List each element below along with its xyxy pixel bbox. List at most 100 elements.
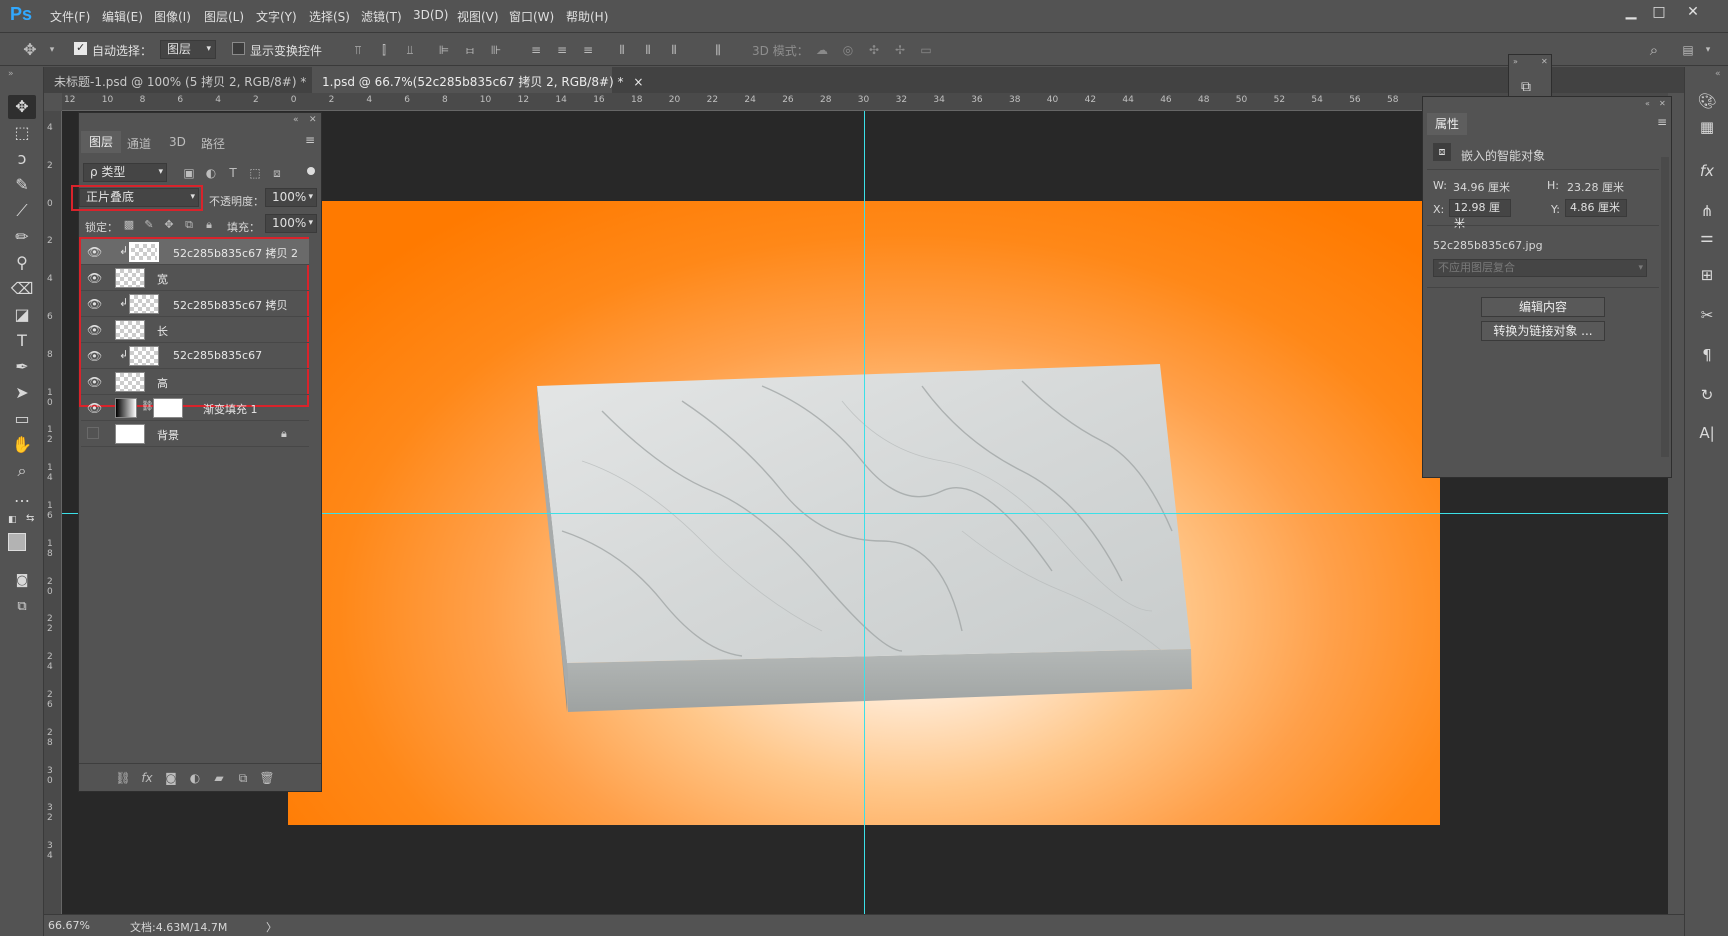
layer-comp-dropdown[interactable]: 不应用图层复合 ▾ bbox=[1433, 259, 1647, 277]
zoom-tool-icon[interactable]: ⌕ bbox=[8, 459, 36, 483]
layer-thumbnail[interactable] bbox=[115, 372, 145, 392]
layer-row[interactable]: 👁︎ ↲ 52c285b835c67 bbox=[81, 343, 309, 369]
tab-1-psd[interactable]: 1.psd @ 66.7%(52c285b835c67 拷贝 2, RGB/8#… bbox=[312, 67, 643, 93]
align-bottom-icon[interactable]: ⫫ bbox=[402, 42, 418, 58]
filter-pixel-icon[interactable]: ▣ bbox=[181, 165, 197, 181]
align-vcenter-icon[interactable]: ⫿ bbox=[376, 42, 392, 58]
3d-orbit-icon[interactable]: ☁ bbox=[814, 42, 830, 58]
layer-thumbnail[interactable] bbox=[129, 242, 159, 262]
auto-select-checkbox[interactable] bbox=[74, 41, 87, 55]
character-panel-icon[interactable]: A| bbox=[1693, 421, 1721, 445]
marquee-tool-icon[interactable]: ⬚ bbox=[8, 121, 36, 145]
align-right-icon[interactable]: ⊪ bbox=[488, 42, 504, 58]
layer-name[interactable]: 52c285b835c67 bbox=[173, 349, 262, 362]
eyedropper-tool-icon[interactable]: ⟋ bbox=[8, 199, 36, 223]
layer-thumbnail[interactable] bbox=[115, 320, 145, 340]
w-value[interactable]: 34.96 厘米 bbox=[1453, 179, 1510, 195]
color-panel-icon[interactable]: 🎨︎ bbox=[1693, 89, 1721, 113]
layer-name[interactable]: 宽 bbox=[157, 271, 168, 287]
lock-position-icon[interactable]: ✥ bbox=[161, 217, 177, 233]
filter-type-icon[interactable]: T bbox=[225, 165, 241, 181]
visibility-toggle-empty[interactable] bbox=[87, 427, 99, 439]
folder-icon[interactable]: ▰ bbox=[211, 770, 227, 786]
menu-layer[interactable]: 图层(L) bbox=[204, 8, 244, 25]
foreground-color-swatch[interactable] bbox=[8, 533, 26, 551]
collapse-toolbar-icon[interactable]: » bbox=[8, 69, 14, 79]
screen-mode-icon[interactable]: ⧉ bbox=[8, 595, 36, 619]
timeline-panel-icon[interactable]: ↻ bbox=[1693, 383, 1721, 407]
layer-name[interactable]: 52c285b835c67 拷贝 bbox=[173, 297, 288, 313]
menu-type[interactable]: 文字(Y) bbox=[256, 8, 297, 25]
lock-artboard-icon[interactable]: ⧉ bbox=[181, 217, 197, 233]
layer-row[interactable]: 👁︎ 长 bbox=[81, 317, 309, 343]
filter-smartobject-icon[interactable]: ⧈ bbox=[269, 165, 285, 181]
layer-name[interactable]: 高 bbox=[157, 375, 168, 391]
eraser-tool-icon[interactable]: ⌫ bbox=[8, 277, 36, 301]
collapse-panel-icon[interactable]: « bbox=[293, 115, 299, 125]
eye-icon[interactable]: 👁︎ bbox=[87, 271, 102, 285]
lock-transparent-icon[interactable]: ▩ bbox=[121, 217, 137, 233]
eye-icon[interactable]: 👁︎ bbox=[87, 349, 102, 363]
layer-row[interactable]: 👁︎ ↲ 52c285b835c67 拷贝 bbox=[81, 291, 309, 317]
styles-panel-icon[interactable]: fx bbox=[1693, 159, 1721, 183]
workspace-chevron-icon[interactable]: ▾ bbox=[1700, 42, 1716, 58]
tab-layers[interactable]: 图层 bbox=[81, 131, 122, 153]
layer-name[interactable]: 渐变填充 1 bbox=[203, 401, 258, 417]
close-tab-icon[interactable]: × bbox=[633, 75, 643, 89]
move-tool-icon[interactable]: ✥ bbox=[8, 95, 36, 119]
eye-icon[interactable]: 👁︎ bbox=[87, 245, 102, 259]
lasso-tool-icon[interactable]: ↄ bbox=[8, 147, 36, 171]
panel-menu-icon[interactable]: ≡ bbox=[305, 133, 315, 147]
link-icon[interactable]: ⛓︎ bbox=[115, 770, 131, 786]
3d-pan-icon[interactable]: ✣ bbox=[866, 42, 882, 58]
3d-slide-icon[interactable]: ✢ bbox=[892, 42, 908, 58]
type-tool-icon[interactable]: T bbox=[8, 329, 36, 353]
menu-window[interactable]: 窗口(W) bbox=[509, 8, 554, 25]
menu-filter[interactable]: 滤镜(T) bbox=[361, 8, 402, 25]
distribute-vcenter-icon[interactable]: ≡ bbox=[554, 42, 570, 58]
x-field[interactable]: 12.98 厘米 bbox=[1449, 199, 1511, 230]
layer-row[interactable]: 👁︎ ↲ 52c285b835c67 拷贝 2 bbox=[81, 239, 309, 265]
3d-scale-icon[interactable]: ▭ bbox=[918, 42, 934, 58]
menu-help[interactable]: 帮助(H) bbox=[566, 8, 608, 25]
move-tool-icon[interactable]: ✥ bbox=[22, 42, 38, 58]
menu-3d[interactable]: 3D(D) bbox=[413, 8, 448, 22]
collapse-panel-icon[interactable]: » bbox=[1513, 57, 1518, 66]
adjustment-icon[interactable]: ◐ bbox=[187, 770, 203, 786]
filter-adjustment-icon[interactable]: ◐ bbox=[203, 165, 219, 181]
pen-tool-icon[interactable]: ✒ bbox=[8, 355, 36, 379]
distribute-top-icon[interactable]: ≡ bbox=[528, 42, 544, 58]
collapse-panel-icon[interactable]: « bbox=[1645, 99, 1650, 108]
quick-mask-icon[interactable]: ◙ bbox=[8, 569, 36, 593]
path-select-tool-icon[interactable]: ➤ bbox=[8, 381, 36, 405]
tab-channels[interactable]: 通道 bbox=[119, 135, 159, 152]
tools-presets-icon[interactable]: ✂ bbox=[1693, 303, 1721, 327]
auto-select-target-dropdown[interactable]: 图层 ▾ bbox=[160, 40, 216, 59]
close-panel-icon[interactable]: ✕ bbox=[309, 115, 317, 125]
layer-name[interactable]: 52c285b835c67 拷贝 2 bbox=[173, 245, 298, 261]
opacity-field[interactable]: 100% ▾ bbox=[265, 188, 317, 207]
tab-untitled-1[interactable]: 未标题-1.psd @ 100% (5 拷贝 2, RGB/8#) * × bbox=[44, 67, 326, 93]
search-icon[interactable]: ⌕ bbox=[1646, 42, 1662, 58]
brush-tool-icon[interactable]: ✏ bbox=[8, 225, 36, 249]
layer-filter-dropdown[interactable]: ρ 类型 ▾ bbox=[83, 163, 167, 182]
3d-roll-icon[interactable]: ◎ bbox=[840, 42, 856, 58]
hand-tool-icon[interactable]: ✋ bbox=[8, 433, 36, 457]
more-tools-icon[interactable]: … bbox=[8, 485, 36, 509]
align-hcenter-icon[interactable]: ⧦ bbox=[462, 42, 478, 58]
default-colors-icon[interactable]: ◧ bbox=[8, 515, 17, 525]
tab-3d[interactable]: 3D bbox=[161, 135, 194, 149]
panel-scrollbar[interactable] bbox=[1661, 157, 1669, 457]
eye-icon[interactable]: 👁︎ bbox=[87, 297, 102, 311]
layer-name[interactable]: 长 bbox=[157, 323, 168, 339]
menu-image[interactable]: 图像(I) bbox=[154, 8, 191, 25]
trash-icon[interactable]: 🗑︎ bbox=[259, 770, 275, 786]
brush-panel-icon[interactable]: ⋔ bbox=[1693, 199, 1721, 223]
close-panel-icon[interactable]: ✕ bbox=[1659, 99, 1666, 108]
close-window-button[interactable]: ✕ bbox=[1680, 2, 1706, 22]
filter-toggle-icon[interactable] bbox=[307, 167, 315, 175]
distribute-left-icon[interactable]: ⦀ bbox=[614, 42, 630, 58]
tab-paths[interactable]: 路径 bbox=[193, 135, 233, 152]
gradient-tool-icon[interactable]: ◪ bbox=[8, 303, 36, 327]
fx-icon[interactable]: fx bbox=[139, 770, 155, 786]
